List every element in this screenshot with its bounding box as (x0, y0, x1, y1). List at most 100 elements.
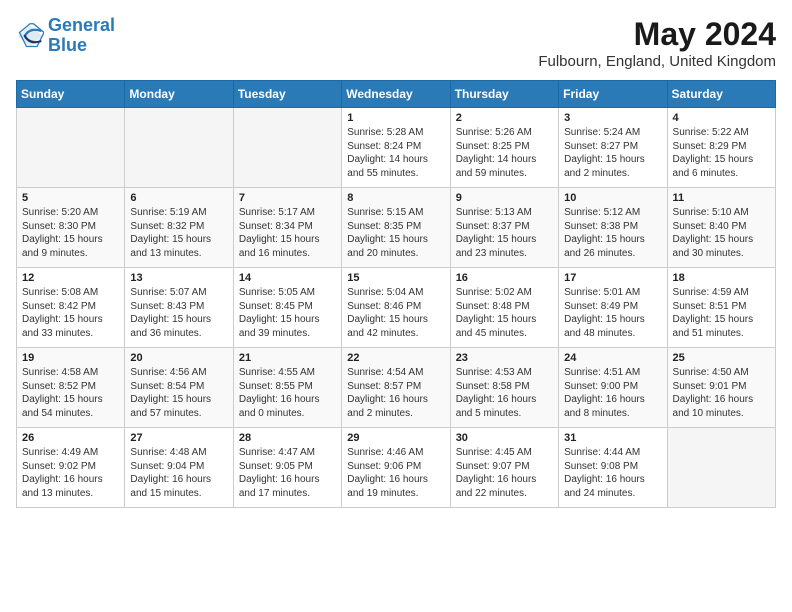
calendar-cell: 10 Sunrise: 5:12 AM Sunset: 8:38 PM Dayli… (559, 188, 667, 268)
day-info: Sunrise: 4:45 AM Sunset: 9:07 PM Dayligh… (456, 446, 553, 500)
day-info: Sunrise: 5:05 AM Sunset: 8:45 PM Dayligh… (239, 286, 336, 340)
day-number: 16 (456, 272, 553, 284)
day-info: Sunrise: 4:53 AM Sunset: 8:58 PM Dayligh… (456, 366, 553, 420)
day-info: Sunrise: 4:48 AM Sunset: 9:04 PM Dayligh… (130, 446, 227, 500)
day-number: 31 (564, 432, 661, 444)
logo-icon (16, 22, 44, 50)
day-info: Sunrise: 4:51 AM Sunset: 9:00 PM Dayligh… (564, 366, 661, 420)
day-number: 15 (347, 272, 444, 284)
col-wednesday: Wednesday (342, 81, 450, 108)
calendar-header-row: Sunday Monday Tuesday Wednesday Thursday… (17, 81, 776, 108)
calendar-cell: 3 Sunrise: 5:24 AM Sunset: 8:27 PM Daylig… (559, 108, 667, 188)
day-info: Sunrise: 5:07 AM Sunset: 8:43 PM Dayligh… (130, 286, 227, 340)
calendar-cell: 31 Sunrise: 4:44 AM Sunset: 9:08 PM Dayli… (559, 428, 667, 508)
day-number: 5 (22, 192, 119, 204)
calendar-cell: 8Sunrise: 5:15 AM Sunset: 8:35 PM Daylig… (342, 188, 450, 268)
calendar-week-row: 12 Sunrise: 5:08 AM Sunset: 8:42 PM Dayli… (17, 268, 776, 348)
calendar-cell: 4 Sunrise: 5:22 AM Sunset: 8:29 PM Daylig… (667, 108, 775, 188)
day-info: Sunrise: 5:26 AM Sunset: 8:25 PM Dayligh… (456, 126, 553, 180)
day-number: 26 (22, 432, 119, 444)
calendar-cell: 19Sunrise: 4:58 AM Sunset: 8:52 PM Dayli… (17, 348, 125, 428)
calendar-cell: 26 Sunrise: 4:49 AM Sunset: 9:02 PM Dayli… (17, 428, 125, 508)
month-title: May 2024 (538, 16, 776, 53)
calendar-cell: 29 Sunrise: 4:46 AM Sunset: 9:06 PM Dayli… (342, 428, 450, 508)
day-info: Sunrise: 5:12 AM Sunset: 8:38 PM Dayligh… (564, 206, 661, 260)
calendar-cell (667, 428, 775, 508)
day-info: Sunrise: 4:55 AM Sunset: 8:55 PM Dayligh… (239, 366, 336, 420)
calendar-cell: 12 Sunrise: 5:08 AM Sunset: 8:42 PM Dayli… (17, 268, 125, 348)
location: Fulbourn, England, United Kingdom (538, 53, 776, 70)
calendar-cell: 13 Sunrise: 5:07 AM Sunset: 8:43 PM Dayli… (125, 268, 233, 348)
calendar-table: Sunday Monday Tuesday Wednesday Thursday… (16, 80, 776, 508)
calendar-cell: 21 Sunrise: 4:55 AM Sunset: 8:55 PM Dayli… (233, 348, 341, 428)
day-info: Sunrise: 5:17 AM Sunset: 8:34 PM Dayligh… (239, 206, 336, 260)
page-header: General Blue May 2024 Fulbourn, England,… (16, 16, 776, 70)
day-number: 1 (347, 112, 444, 124)
day-info: Sunrise: 5:10 AM Sunset: 8:40 PM Dayligh… (673, 206, 770, 260)
day-info: Sunrise: 4:59 AM Sunset: 8:51 PM Dayligh… (673, 286, 770, 340)
day-number: 19 (22, 352, 119, 364)
day-number: 12 (22, 272, 119, 284)
col-sunday: Sunday (17, 81, 125, 108)
day-info: Sunrise: 4:49 AM Sunset: 9:02 PM Dayligh… (22, 446, 119, 500)
day-number: 30 (456, 432, 553, 444)
calendar-cell: 11 Sunrise: 5:10 AM Sunset: 8:40 PM Dayli… (667, 188, 775, 268)
day-number: 13 (130, 272, 227, 284)
day-number: 18 (673, 272, 770, 284)
day-number: 7 (239, 192, 336, 204)
calendar-cell: 5 Sunrise: 5:20 AM Sunset: 8:30 PM Daylig… (17, 188, 125, 268)
day-number: 22 (347, 352, 444, 364)
calendar-cell: 7 Sunrise: 5:17 AM Sunset: 8:34 PM Daylig… (233, 188, 341, 268)
calendar-cell: 1 Sunrise: 5:28 AM Sunset: 8:24 PM Daylig… (342, 108, 450, 188)
day-info: Sunrise: 5:20 AM Sunset: 8:30 PM Dayligh… (22, 206, 119, 260)
title-block: May 2024 Fulbourn, England, United Kingd… (538, 16, 776, 70)
calendar-cell: 25Sunrise: 4:50 AM Sunset: 9:01 PM Dayli… (667, 348, 775, 428)
col-monday: Monday (125, 81, 233, 108)
calendar-cell: 9Sunrise: 5:13 AM Sunset: 8:37 PM Daylig… (450, 188, 558, 268)
day-info: Sunrise: 5:19 AM Sunset: 8:32 PM Dayligh… (130, 206, 227, 260)
calendar-cell (233, 108, 341, 188)
col-tuesday: Tuesday (233, 81, 341, 108)
calendar-cell: 30 Sunrise: 4:45 AM Sunset: 9:07 PM Dayli… (450, 428, 558, 508)
day-info: Sunrise: 4:44 AM Sunset: 9:08 PM Dayligh… (564, 446, 661, 500)
day-info: Sunrise: 5:08 AM Sunset: 8:42 PM Dayligh… (22, 286, 119, 340)
day-number: 8 (347, 192, 444, 204)
day-info: Sunrise: 5:28 AM Sunset: 8:24 PM Dayligh… (347, 126, 444, 180)
day-info: Sunrise: 5:02 AM Sunset: 8:48 PM Dayligh… (456, 286, 553, 340)
day-number: 10 (564, 192, 661, 204)
day-number: 9 (456, 192, 553, 204)
day-info: Sunrise: 5:22 AM Sunset: 8:29 PM Dayligh… (673, 126, 770, 180)
calendar-cell: 14 Sunrise: 5:05 AM Sunset: 8:45 PM Dayli… (233, 268, 341, 348)
day-number: 28 (239, 432, 336, 444)
day-number: 4 (673, 112, 770, 124)
logo: General Blue (16, 16, 115, 56)
day-info: Sunrise: 4:54 AM Sunset: 8:57 PM Dayligh… (347, 366, 444, 420)
day-info: Sunrise: 5:24 AM Sunset: 8:27 PM Dayligh… (564, 126, 661, 180)
day-number: 6 (130, 192, 227, 204)
logo-line1: General (48, 15, 115, 35)
calendar-cell: 24Sunrise: 4:51 AM Sunset: 9:00 PM Dayli… (559, 348, 667, 428)
col-saturday: Saturday (667, 81, 775, 108)
calendar-week-row: 5 Sunrise: 5:20 AM Sunset: 8:30 PM Daylig… (17, 188, 776, 268)
day-number: 2 (456, 112, 553, 124)
calendar-cell: 18 Sunrise: 4:59 AM Sunset: 8:51 PM Dayli… (667, 268, 775, 348)
calendar-cell: 2 Sunrise: 5:26 AM Sunset: 8:25 PM Daylig… (450, 108, 558, 188)
day-number: 11 (673, 192, 770, 204)
calendar-cell: 23Sunrise: 4:53 AM Sunset: 8:58 PM Dayli… (450, 348, 558, 428)
calendar-week-row: 19Sunrise: 4:58 AM Sunset: 8:52 PM Dayli… (17, 348, 776, 428)
calendar-cell: 27Sunrise: 4:48 AM Sunset: 9:04 PM Dayli… (125, 428, 233, 508)
calendar-week-row: 1 Sunrise: 5:28 AM Sunset: 8:24 PM Daylig… (17, 108, 776, 188)
calendar-week-row: 26 Sunrise: 4:49 AM Sunset: 9:02 PM Dayli… (17, 428, 776, 508)
day-number: 14 (239, 272, 336, 284)
calendar-cell: 16 Sunrise: 5:02 AM Sunset: 8:48 PM Dayli… (450, 268, 558, 348)
day-number: 20 (130, 352, 227, 364)
day-info: Sunrise: 4:46 AM Sunset: 9:06 PM Dayligh… (347, 446, 444, 500)
calendar-cell: 17Sunrise: 5:01 AM Sunset: 8:49 PM Dayli… (559, 268, 667, 348)
day-number: 3 (564, 112, 661, 124)
calendar-cell: 15Sunrise: 5:04 AM Sunset: 8:46 PM Dayli… (342, 268, 450, 348)
day-number: 25 (673, 352, 770, 364)
day-number: 21 (239, 352, 336, 364)
day-info: Sunrise: 4:56 AM Sunset: 8:54 PM Dayligh… (130, 366, 227, 420)
day-number: 29 (347, 432, 444, 444)
day-info: Sunrise: 5:01 AM Sunset: 8:49 PM Dayligh… (564, 286, 661, 340)
